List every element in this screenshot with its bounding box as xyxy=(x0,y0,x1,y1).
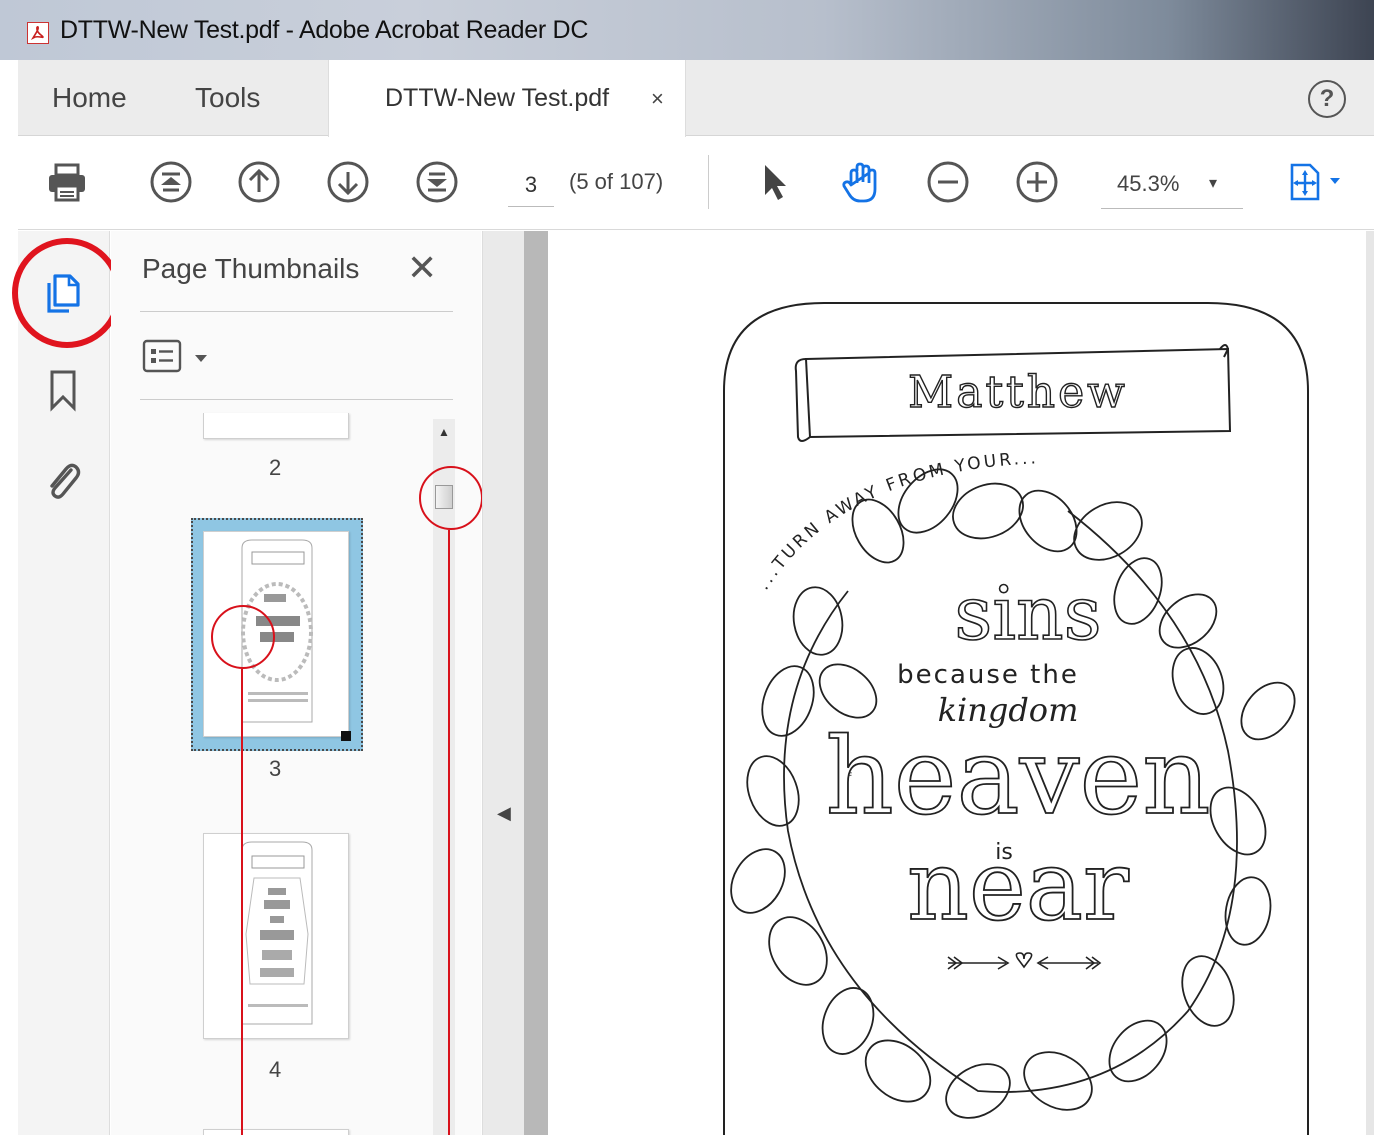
highlight-line xyxy=(241,669,243,1135)
page-thumbnail-label: 3 xyxy=(269,756,282,781)
chevron-down-icon: ▾ xyxy=(1209,175,1218,192)
print-icon[interactable] xyxy=(44,159,90,205)
window-title-bar: DTTW-New Test.pdf - Adobe Acrobat Reader… xyxy=(0,0,1374,60)
page-thumbnails-panel: Page Thumbnails ✕ 2 3 4 ▲ xyxy=(111,231,481,1135)
document-view[interactable]: Matthew ...TURN AWAY FROM YOUR... sins b… xyxy=(548,231,1368,1135)
main-toolbar: (5 of 107) 45.3% ▾ xyxy=(18,137,1374,230)
zoom-in-icon[interactable] xyxy=(1014,159,1060,205)
tab-document[interactable]: DTTW-New Test.pdf × xyxy=(328,60,686,137)
help-icon[interactable]: ? xyxy=(1308,80,1346,118)
word-sins: sins xyxy=(954,571,1101,657)
collapse-panel-icon[interactable]: ◀ xyxy=(497,803,511,824)
window-title: DTTW-New Test.pdf - Adobe Acrobat Reader… xyxy=(60,16,589,44)
tab-home[interactable]: Home xyxy=(52,82,127,114)
thumbnail-options-menu[interactable] xyxy=(142,337,222,377)
divider xyxy=(140,399,453,400)
zoom-value: 45.3% xyxy=(1117,171,1180,196)
close-tab-icon[interactable]: × xyxy=(651,86,664,112)
divider xyxy=(140,311,453,312)
page-thumbnail[interactable] xyxy=(203,833,349,1039)
panel-splitter[interactable]: ◀ xyxy=(482,231,524,1135)
select-cursor-icon[interactable] xyxy=(752,159,798,205)
zoom-out-icon[interactable] xyxy=(925,159,971,205)
page-count: (5 of 107) xyxy=(569,169,664,194)
word-near: near xyxy=(907,830,1129,942)
bookmark-icon[interactable] xyxy=(40,366,86,412)
close-panel-icon[interactable]: ✕ xyxy=(407,247,437,289)
fit-page-icon[interactable] xyxy=(1286,159,1350,205)
tab-tools[interactable]: Tools xyxy=(195,82,260,114)
hand-tool-icon[interactable] xyxy=(838,159,884,205)
document-scroll-edge xyxy=(1366,231,1374,1135)
tab-bar: Home Tools DTTW-New Test.pdf × ? xyxy=(18,60,1374,137)
attachment-icon[interactable] xyxy=(40,457,86,503)
page-thumbnail-label: 4 xyxy=(269,1057,282,1082)
banner-text: Matthew xyxy=(908,367,1128,418)
first-page-icon[interactable] xyxy=(148,159,194,205)
toolbar-divider xyxy=(708,155,709,209)
navigation-rail xyxy=(18,231,110,1135)
page-number-input[interactable] xyxy=(508,163,554,207)
zoom-dropdown[interactable]: 45.3% ▾ xyxy=(1101,163,1243,209)
thumbnail-resize-handle[interactable] xyxy=(341,731,351,741)
page-thumbnail[interactable] xyxy=(203,413,349,439)
document-page: Matthew ...TURN AWAY FROM YOUR... sins b… xyxy=(723,302,1309,1135)
last-page-icon[interactable] xyxy=(414,159,460,205)
highlight-circle xyxy=(211,605,275,669)
page-thumbnail[interactable] xyxy=(203,1129,349,1135)
word-because-the: because the xyxy=(897,660,1079,690)
previous-page-icon[interactable] xyxy=(236,159,282,205)
panel-title: Page Thumbnails xyxy=(142,253,360,284)
highlight-circle xyxy=(419,466,483,530)
next-page-icon[interactable] xyxy=(325,159,371,205)
page-thumbnails-icon[interactable] xyxy=(40,271,86,317)
arrow-heart-ornament xyxy=(947,952,1102,970)
word-heaven: heaven xyxy=(825,715,1210,838)
document-tab-label: DTTW-New Test.pdf xyxy=(385,84,610,112)
page-thumbnail-label: 2 xyxy=(269,455,282,480)
document-gutter xyxy=(524,231,548,1135)
highlight-line xyxy=(448,530,450,1135)
acrobat-app-icon xyxy=(27,22,49,44)
scroll-up-icon[interactable]: ▲ xyxy=(438,425,450,439)
